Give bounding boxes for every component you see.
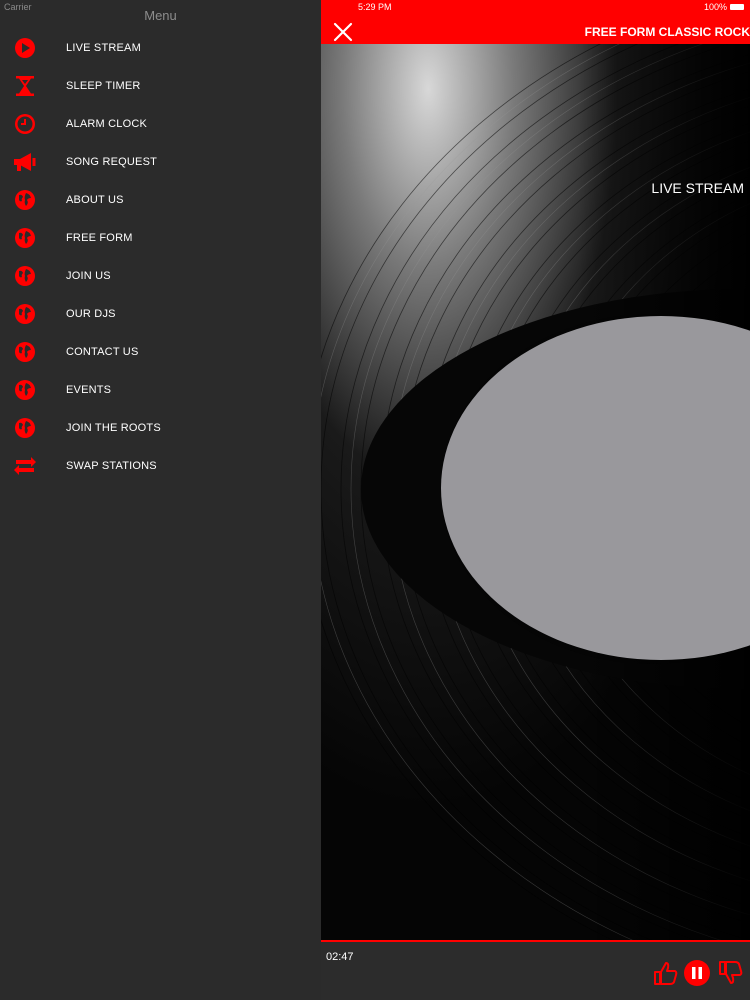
battery-percent: 100% bbox=[703, 2, 727, 12]
globe-icon bbox=[15, 342, 35, 362]
clock-label: 5:29 PM bbox=[358, 2, 392, 12]
menu-item-contact-us[interactable]: CONTACT US bbox=[0, 333, 321, 371]
globe-icon bbox=[15, 418, 35, 438]
status-bar: Carrier 5:29 PM 100% bbox=[0, 0, 750, 14]
battery-icon bbox=[730, 4, 744, 10]
play-circle-icon bbox=[15, 38, 35, 58]
menu-item-label: CONTACT US bbox=[66, 346, 139, 358]
thumbs-down-icon[interactable] bbox=[716, 959, 744, 987]
clock-icon bbox=[15, 114, 35, 134]
menu-item-free-form[interactable]: FREE FORM bbox=[0, 219, 321, 257]
menu-item-song-request[interactable]: SONG REQUEST bbox=[0, 143, 321, 181]
now-playing-pane: FREE FORM CLASSIC ROCK LIVE STREAM 02:47 bbox=[321, 0, 750, 1000]
carrier-label: Carrier bbox=[4, 2, 32, 12]
menu-item-label: OUR DJS bbox=[66, 308, 116, 320]
globe-icon bbox=[15, 304, 35, 324]
menu-item-label: SONG REQUEST bbox=[66, 156, 158, 168]
globe-icon bbox=[15, 266, 35, 286]
hourglass-icon bbox=[16, 76, 34, 96]
menu-item-swap-stations[interactable]: SWAP STATIONS bbox=[0, 447, 321, 485]
close-icon[interactable] bbox=[332, 21, 354, 43]
megaphone-icon bbox=[14, 153, 36, 171]
menu-item-label: SWAP STATIONS bbox=[66, 460, 157, 472]
menu-list: LIVE STREAM SLEEP TIMER ALARM CLOCK SONG… bbox=[0, 29, 321, 485]
elapsed-time: 02:47 bbox=[326, 951, 354, 963]
globe-icon bbox=[15, 380, 35, 400]
menu-item-label: ABOUT US bbox=[66, 194, 124, 206]
station-title: FREE FORM CLASSIC ROCK bbox=[584, 25, 750, 39]
menu-item-label: JOIN US bbox=[66, 270, 111, 282]
menu-item-about-us[interactable]: ABOUT US bbox=[0, 181, 321, 219]
globe-icon bbox=[15, 228, 35, 248]
vinyl-record-artwork bbox=[321, 44, 750, 940]
battery-indicator: 100% bbox=[704, 2, 744, 12]
menu-item-join-the-roots[interactable]: JOIN THE ROOTS bbox=[0, 409, 321, 447]
thumbs-up-icon[interactable] bbox=[651, 959, 679, 987]
menu-item-join-us[interactable]: JOIN US bbox=[0, 257, 321, 295]
now-playing-label: LIVE STREAM bbox=[651, 180, 744, 196]
menu-item-label: ALARM CLOCK bbox=[66, 118, 148, 130]
menu-item-label: EVENTS bbox=[66, 384, 112, 396]
globe-icon bbox=[15, 190, 35, 210]
menu-item-label: SLEEP TIMER bbox=[66, 80, 141, 92]
side-menu: Menu LIVE STREAM SLEEP TIMER ALARM CLOCK… bbox=[0, 0, 321, 1000]
swap-icon bbox=[14, 457, 36, 475]
menu-item-our-djs[interactable]: OUR DJS bbox=[0, 295, 321, 333]
menu-item-sleep-timer[interactable]: SLEEP TIMER bbox=[0, 67, 321, 105]
pause-button[interactable] bbox=[683, 959, 711, 987]
menu-item-label: JOIN THE ROOTS bbox=[66, 422, 161, 434]
menu-item-alarm-clock[interactable]: ALARM CLOCK bbox=[0, 105, 321, 143]
menu-item-label: LIVE STREAM bbox=[66, 42, 141, 54]
menu-item-label: FREE FORM bbox=[66, 232, 133, 244]
menu-item-live-stream[interactable]: LIVE STREAM bbox=[0, 29, 321, 67]
player-controls: 02:47 bbox=[321, 940, 750, 1000]
menu-item-events[interactable]: EVENTS bbox=[0, 371, 321, 409]
